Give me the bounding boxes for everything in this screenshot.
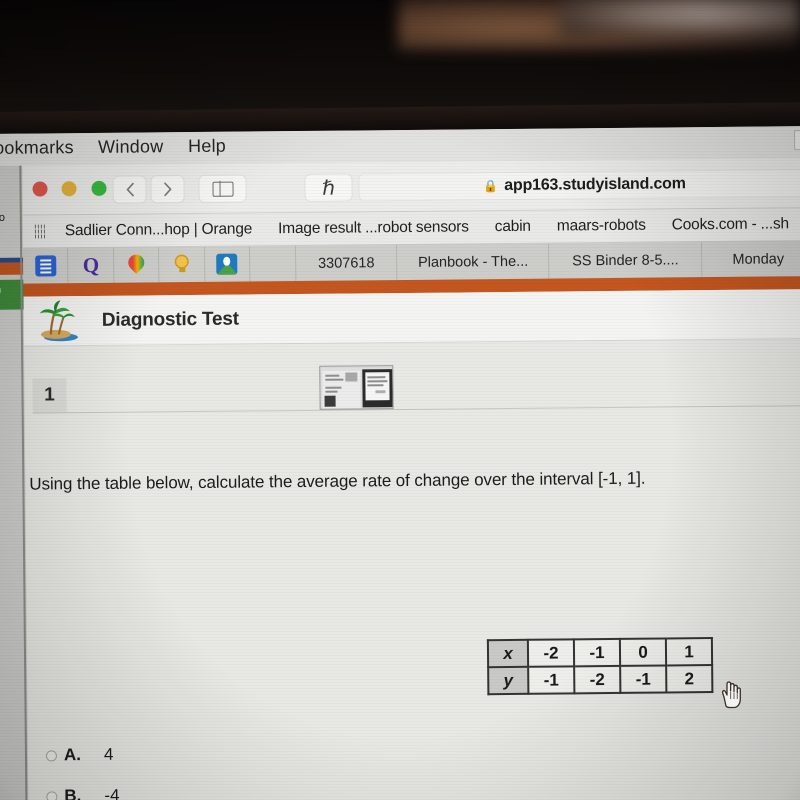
bookmark-item-2[interactable]: cabin — [495, 218, 531, 236]
bookmark-item-1[interactable]: Image result ...robot sensors — [278, 218, 469, 238]
screen-surface: le nso ch x ? cl s e ( ookmarks Window H… — [0, 126, 800, 800]
app-header: Diagnostic Test — [23, 289, 800, 347]
address-bar[interactable]: 🔒 app163.studyisland.com — [358, 169, 800, 202]
chevron-right-icon — [163, 182, 172, 197]
minimize-button[interactable] — [61, 181, 78, 197]
study-island-icon — [216, 253, 238, 275]
radio-button-a[interactable] — [45, 749, 58, 761]
option-letter-b: B. — [64, 786, 82, 800]
lock-icon: 🔒 — [483, 179, 499, 194]
table-row-x: x -2 -1 0 1 — [487, 638, 713, 668]
window-controls[interactable] — [32, 180, 116, 202]
menu-item-help[interactable]: Help — [188, 136, 226, 157]
page-title: Diagnostic Test — [101, 308, 239, 331]
cell-x-3: 1 — [665, 638, 713, 666]
bg-fragment-2: ch — [0, 284, 1, 296]
tab-monday[interactable]: Monday — [702, 241, 800, 278]
option-letter-a: A. — [63, 745, 82, 765]
tab-3307618[interactable]: 3307618 — [295, 245, 398, 282]
apps-grid-icon[interactable] — [34, 224, 45, 239]
screenshot-thumbnail[interactable] — [319, 365, 394, 410]
menu-item-window[interactable]: Window — [98, 136, 163, 158]
reader-mode-icon: ℏ — [322, 177, 335, 200]
option-value-b: -4 — [104, 785, 120, 800]
menu-item-bookmarks[interactable]: ookmarks — [0, 137, 74, 159]
question-panel: 1 Using the table below, calculate the a… — [24, 339, 800, 800]
option-value-a: 4 — [103, 744, 114, 764]
google-keep-bulb-icon — [171, 254, 192, 275]
tab-planbook[interactable]: Planbook - The... — [397, 243, 550, 281]
close-button[interactable] — [32, 181, 48, 197]
radio-button-b[interactable] — [46, 790, 58, 800]
tab-label: Planbook - The... — [417, 253, 529, 271]
tab-google-keep[interactable] — [159, 246, 206, 283]
bookmark-item-4[interactable]: Cooks.com - ...sh — [672, 215, 789, 234]
value-table: x -2 -1 0 1 y -1 -2 -1 2 — [487, 637, 714, 695]
pointing-hand-cursor — [718, 680, 744, 710]
tab-blank[interactable] — [250, 246, 297, 282]
divider — [32, 405, 800, 414]
tab-label: Monday — [732, 250, 785, 268]
tab-quizlet[interactable]: Q — [68, 247, 115, 284]
cell-y-0: -1 — [528, 666, 575, 694]
photographed-screen: le nso ch x ? cl s e ( ookmarks Window H… — [0, 0, 800, 800]
sidebar-toggle-icon — [211, 181, 234, 197]
tab-label: 3307618 — [317, 254, 375, 272]
question-prompt: Using the table below, calculate the ave… — [29, 468, 646, 494]
google-docs-icon — [34, 255, 57, 277]
tab-label: SS Binder 8-5.... — [572, 251, 679, 269]
quizlet-icon: Q — [82, 252, 100, 278]
forward-button[interactable] — [150, 175, 185, 204]
tab-google-docs[interactable] — [23, 248, 69, 284]
cell-y-2: -1 — [620, 665, 667, 693]
tab-ss-binder[interactable]: SS Binder 8-5.... — [549, 242, 703, 279]
question-number: 1 — [32, 378, 67, 413]
palm-tree-island-logo — [34, 299, 82, 342]
cell-y-1: -2 — [574, 665, 621, 694]
tab-google-maps[interactable] — [113, 247, 160, 283]
chevron-left-icon — [125, 182, 134, 197]
google-maps-icon — [127, 254, 145, 276]
bookmark-item-3[interactable]: maars-robots — [557, 217, 646, 236]
maximize-button[interactable] — [91, 180, 107, 196]
sidebar-toggle-button[interactable] — [198, 174, 247, 203]
cell-x-0: -2 — [527, 639, 575, 667]
row-label-x: x — [487, 639, 529, 668]
bg-fragment-1: nso — [0, 211, 5, 224]
cell-y-3: 2 — [666, 665, 713, 693]
row-label-y: y — [488, 666, 529, 695]
table-row-y: y -1 -2 -1 2 — [488, 665, 713, 695]
reader-button[interactable]: ℏ — [304, 173, 353, 202]
back-button[interactable] — [112, 175, 147, 204]
cell-x-1: -1 — [573, 638, 621, 667]
tab-study-island[interactable] — [204, 246, 251, 282]
background-blur-highlight — [560, 0, 800, 36]
bookmark-item-0[interactable]: Sadlier Conn...hop | Orange — [65, 220, 253, 240]
browser-toolbar: ℏ 🔒 app163.studyisland.com — [22, 158, 800, 216]
url-text: app163.studyisland.com — [504, 175, 686, 195]
menu-extra-icon[interactable] — [794, 130, 800, 151]
cell-x-2: 0 — [619, 638, 667, 666]
